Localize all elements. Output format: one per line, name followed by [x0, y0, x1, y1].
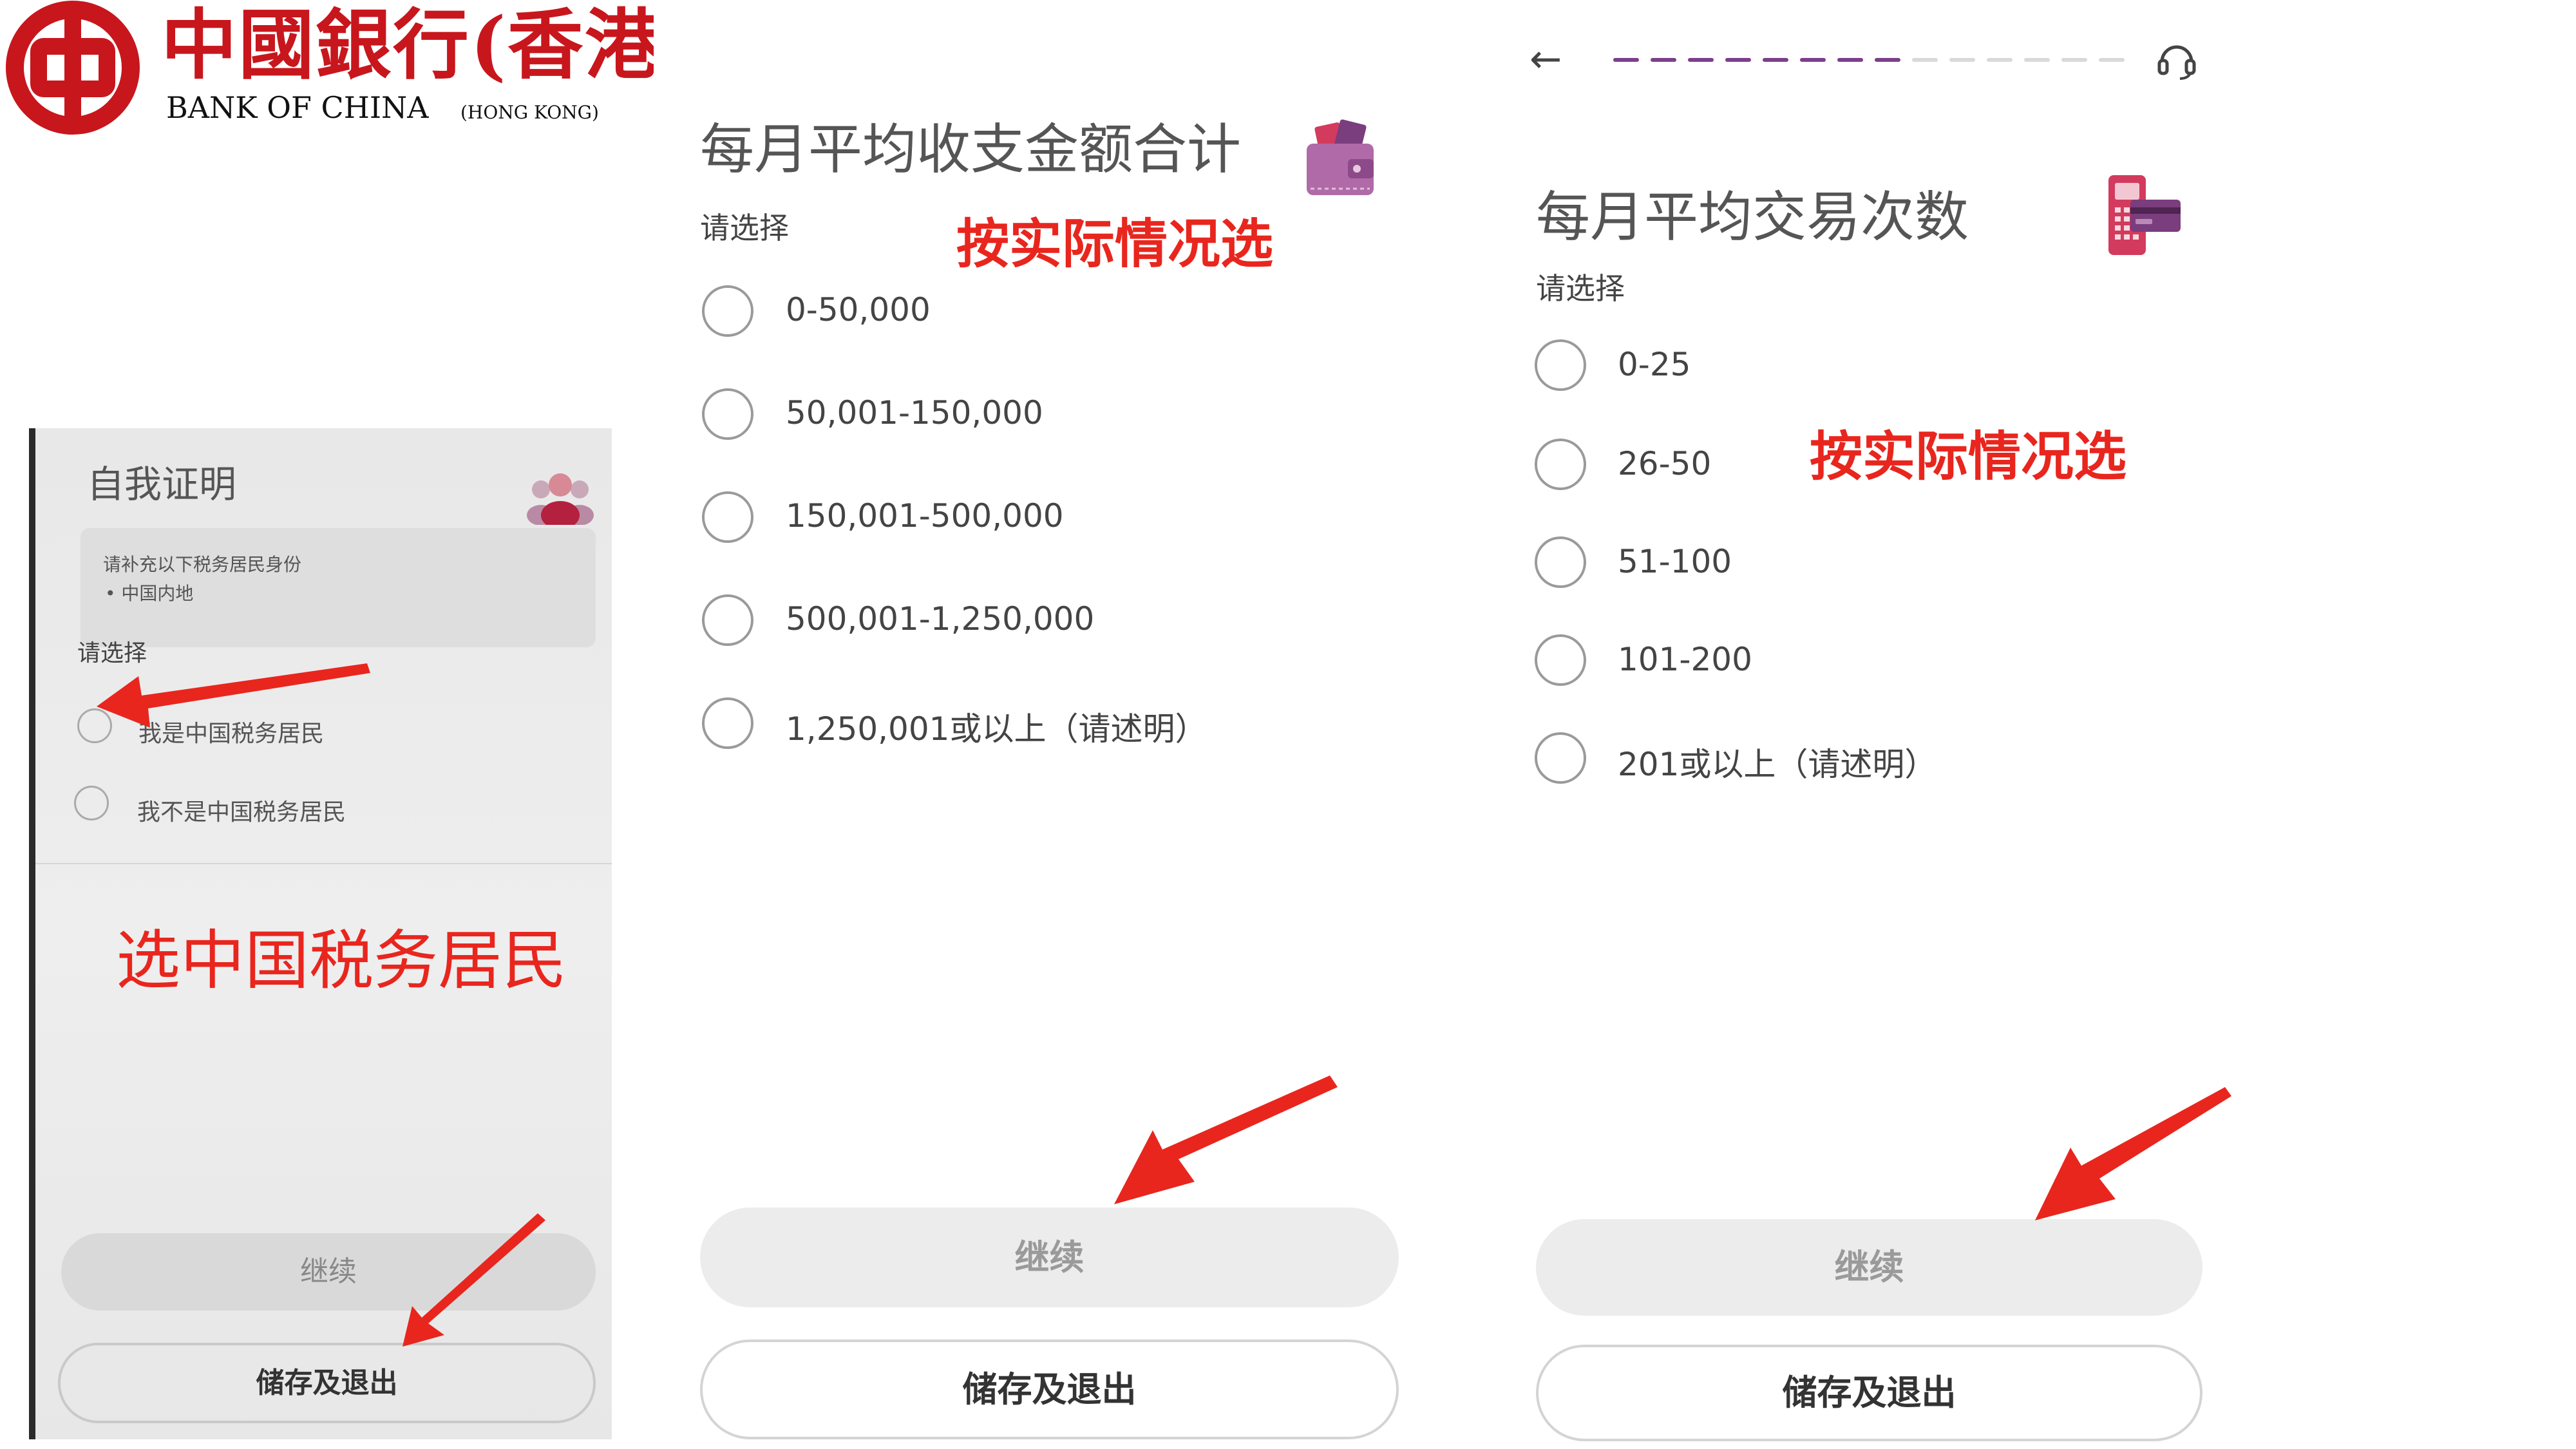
arrow-to-continue-icon — [2035, 1087, 2231, 1220]
annotation-arrows — [97, 663, 545, 1347]
annotation-arrows — [2035, 1087, 2231, 1220]
annotation-arrows — [1114, 1075, 1338, 1204]
panel-self-certification: 自我证明 请补充以下税务居民身份 • 中国内地 请选择 我是中国税务居民 我不是… — [29, 428, 612, 1439]
boc-emblem-icon — [6, 1, 140, 135]
logo-hk-label: (HONG KONG) — [460, 102, 599, 123]
bank-logo: 中國銀行(香港) BANK OF CHINA (HONG KONG) — [0, 0, 698, 142]
logo-english-name: BANK OF CHINA — [166, 90, 429, 125]
panel-monthly-transactions: ← 每月平均交易次数 请选择 按实际情况选 0-25 26-50 51-100 … — [1481, 0, 2248, 1449]
panel-monthly-amount: 每月平均收支金额合计 请选择 按实际情况选 0-50,000 50,001-15… — [654, 0, 1449, 1449]
arrow-to-option-icon — [97, 663, 370, 728]
arrow-to-continue-icon — [1114, 1075, 1338, 1204]
arrow-to-continue-icon — [402, 1213, 545, 1347]
logo-chinese-name: 中國銀行(香港) — [161, 0, 699, 90]
